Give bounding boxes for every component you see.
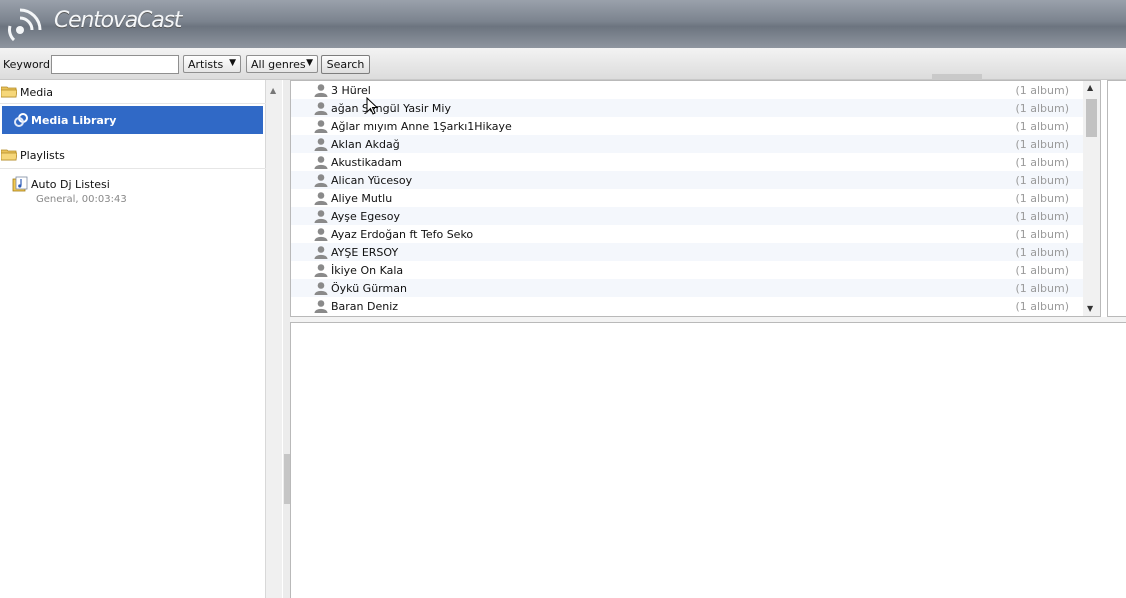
artist-row[interactable]: Öykü Gürman (1 album) (291, 279, 1083, 297)
album-panel (1107, 80, 1126, 317)
mouse-cursor-icon (366, 97, 378, 115)
divider (0, 103, 266, 104)
album-count: (1 album) (1015, 300, 1069, 313)
sidebar-scrollbar[interactable]: ▲ (266, 80, 282, 598)
artist-name: Ayaz Erdoğan ft Tefo Seko (331, 228, 474, 241)
artist-row[interactable]: Alican Yücesoy (1 album) (291, 171, 1083, 189)
sidebar-item-media-library[interactable]: Media Library (2, 106, 263, 134)
playlist-icon (12, 176, 28, 192)
sidebar-section-label: Media (20, 86, 54, 99)
artist-row[interactable]: Baran Deniz (1 album) (291, 297, 1083, 315)
artist-name: AYŞE ERSOY (331, 246, 399, 259)
artist-row[interactable]: AYŞE ERSOY (1 album) (291, 243, 1083, 261)
broadcast-icon (8, 8, 42, 42)
artist-row[interactable]: 3 Hürel (1 album) (291, 81, 1083, 99)
album-count: (1 album) (1015, 282, 1069, 295)
artist-name: Aklan Akdağ (331, 138, 400, 151)
logo-text: CentovaCast (54, 8, 182, 33)
artist-name: Ağlar mıyım Anne 1Şarkı1Hikaye (331, 120, 512, 133)
person-icon (314, 246, 328, 259)
link-icon (14, 113, 28, 127)
person-icon (314, 84, 328, 97)
album-count: (1 album) (1015, 156, 1069, 169)
album-count: (1 album) (1015, 174, 1069, 187)
folder-icon (1, 149, 17, 161)
person-icon (314, 192, 328, 205)
album-count: (1 album) (1015, 228, 1069, 241)
album-count: (1 album) (1015, 210, 1069, 223)
playlist-item[interactable]: Auto Dj Listesi General, 00:03:43 (12, 176, 262, 208)
scroll-up-icon[interactable]: ▲ (270, 86, 276, 95)
artist-name: Ayşe Egesoy (331, 210, 400, 223)
person-icon (314, 138, 328, 151)
artist-name: Baran Deniz (331, 300, 399, 313)
person-icon (314, 300, 328, 313)
album-count: (1 album) (1015, 84, 1069, 97)
person-icon (314, 264, 328, 277)
chevron-down-icon: ▼ (229, 58, 236, 68)
folder-icon (1, 86, 17, 98)
artist-row[interactable]: Ağlar mıyım Anne 1Şarkı1Hikaye (1 album) (291, 117, 1083, 135)
artist-name: ağan Şengül Yasir Miy (331, 102, 451, 115)
artist-name: 3 Hürel (331, 84, 371, 97)
album-count: (1 album) (1015, 138, 1069, 151)
scroll-down-icon[interactable]: ▼ (1087, 304, 1093, 313)
artist-row[interactable]: Ayşe Egesoy (1 album) (291, 207, 1083, 225)
person-icon (314, 174, 328, 187)
search-button[interactable]: Search (321, 55, 370, 74)
sidebar-section-playlists[interactable]: Playlists (0, 144, 264, 166)
genre-select[interactable]: All genres ▼ (246, 55, 318, 73)
album-count: (1 album) (1015, 246, 1069, 259)
divider (0, 168, 266, 169)
person-icon (314, 210, 328, 223)
chevron-down-icon: ▼ (306, 58, 313, 68)
scrollbar-thumb[interactable] (1086, 99, 1097, 137)
artist-list-scrollbar[interactable]: ▲ ▼ (1083, 81, 1100, 316)
type-select-value: Artists (188, 58, 224, 71)
sidebar-section-media[interactable]: Media (0, 81, 264, 103)
album-count: (1 album) (1015, 192, 1069, 205)
artist-row[interactable]: ağan Şengül Yasir Miy (1 album) (291, 99, 1083, 117)
album-count: (1 album) (1015, 102, 1069, 115)
person-icon (314, 120, 328, 133)
artist-name: Aliye Mutlu (331, 192, 393, 205)
playlist-detail: General, 00:03:43 (36, 194, 127, 205)
scroll-up-icon[interactable]: ▲ (1087, 83, 1093, 92)
artist-name: İkiye On Kala (331, 264, 404, 277)
artist-name: Akustikadam (331, 156, 402, 169)
artist-row[interactable]: Aliye Mutlu (1 album) (291, 189, 1083, 207)
app-header: CentovaCast (0, 0, 1126, 48)
track-list (290, 322, 1126, 598)
artist-name: Alican Yücesoy (331, 174, 413, 187)
artist-row[interactable]: Ayaz Erdoğan ft Tefo Seko (1 album) (291, 225, 1083, 243)
person-icon (314, 156, 328, 169)
album-count: (1 album) (1015, 120, 1069, 133)
artist-row[interactable]: Akustikadam (1 album) (291, 153, 1083, 171)
artist-list: 3 Hürel (1 album) ağan Şengül Yasir Miy (1 … (290, 80, 1101, 317)
keyword-label: Keyword: (3, 58, 54, 71)
playlist-name: Auto Dj Listesi (31, 178, 110, 191)
artist-name: Öykü Gürman (331, 282, 407, 295)
keyword-input[interactable] (51, 55, 179, 74)
artist-row[interactable]: İkiye On Kala (1 album) (291, 261, 1083, 279)
sidebar-item-label: Media Library (31, 114, 117, 127)
artist-row[interactable]: Aklan Akdağ (1 album) (291, 135, 1083, 153)
type-select[interactable]: Artists ▼ (183, 55, 241, 73)
sidebar-section-label: Playlists (20, 149, 65, 162)
genre-select-value: All genres (251, 58, 306, 71)
person-icon (314, 282, 328, 295)
person-icon (314, 228, 328, 241)
person-icon (314, 102, 328, 115)
album-count: (1 album) (1015, 264, 1069, 277)
